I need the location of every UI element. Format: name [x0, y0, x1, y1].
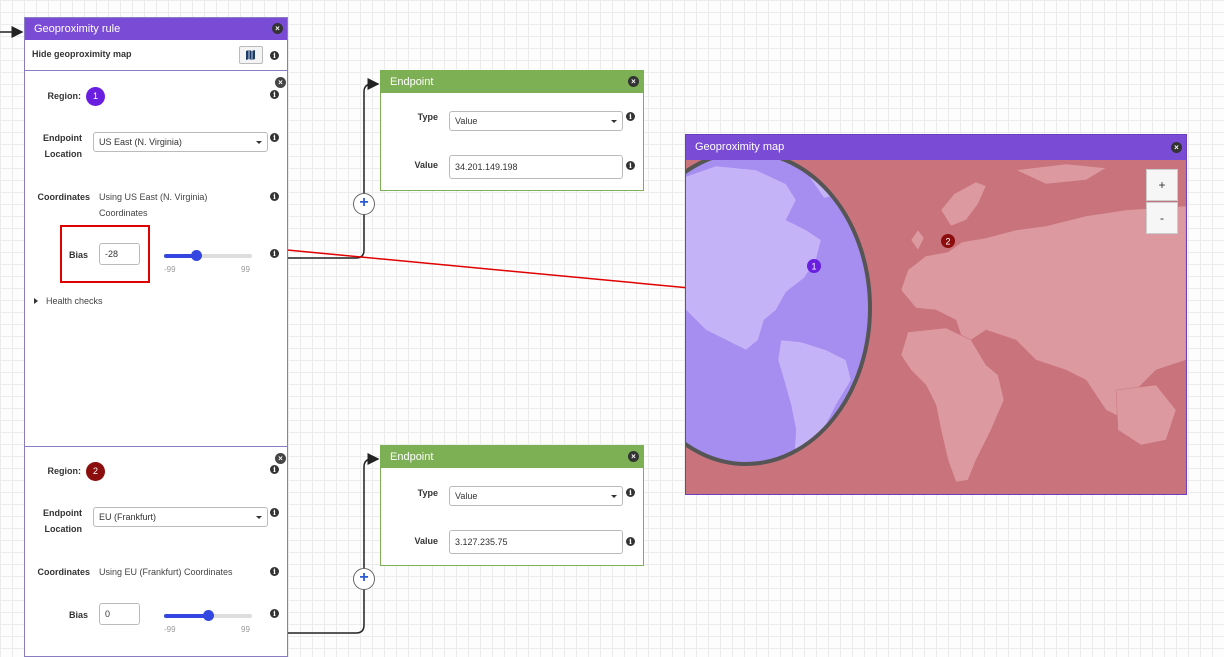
health-checks-toggle[interactable]: Health checks [46, 293, 103, 309]
info-icon[interactable]: i [270, 90, 279, 99]
close-icon[interactable]: × [628, 451, 639, 462]
bias-slider-thumb[interactable] [190, 250, 202, 261]
endpoint-location-label: Endpoint Location [43, 508, 82, 534]
coordinates-value: Using US East (N. Virginia) Coordinates [99, 192, 208, 218]
map-toggle-button[interactable] [239, 46, 263, 64]
rule-header: Geoproximity rule × [25, 18, 287, 40]
value-input[interactable]: 34.201.149.198 [449, 155, 623, 179]
info-icon[interactable]: i [270, 133, 279, 142]
region-label: Region: [47, 466, 82, 476]
geoproximity-rule-panel: Geoproximity rule × Hide geoproximity ma… [24, 17, 288, 657]
geoproximity-map-panel: Geoproximity map × 1 2 + - [685, 134, 1187, 495]
region-badge: 1 [86, 87, 105, 106]
coordinates-label: Coordinates [37, 192, 90, 202]
bias-input[interactable]: 0 [99, 603, 140, 625]
map-header: Geoproximity map × [686, 135, 1186, 160]
value-label: Value [414, 536, 438, 546]
close-icon[interactable]: × [628, 76, 639, 87]
info-icon[interactable]: i [626, 537, 635, 546]
value-input[interactable]: 3.127.235.75 [449, 530, 623, 554]
bias-label: Bias [68, 610, 88, 620]
bias-max: 99 [241, 265, 250, 274]
connector-region-1 [287, 78, 380, 259]
endpoint-panel: Endpoint × Type Value i Value 3.127.235.… [380, 445, 644, 566]
endpoint-location-select[interactable]: US East (N. Virginia) [93, 132, 268, 152]
zoom-out-button[interactable]: - [1146, 202, 1178, 234]
bias-min: -99 [164, 625, 176, 634]
map-title: Geoproximity map [695, 141, 785, 153]
region-label: Region: [47, 91, 82, 101]
endpoint-location-select[interactable]: EU (Frankfurt) [93, 507, 268, 527]
close-icon[interactable]: × [272, 23, 283, 34]
region-1-marker-label: 1 [811, 262, 816, 272]
endpoint-header: Endpoint × [381, 446, 643, 468]
bias-slider-thumb[interactable] [203, 610, 214, 621]
coordinates-label: Coordinates [37, 567, 90, 577]
type-label: Type [417, 488, 438, 498]
hide-map-row: Hide geoproximity map i [25, 40, 287, 71]
endpoint-title: Endpoint [390, 451, 434, 463]
info-icon[interactable]: i [626, 488, 635, 497]
endpoint-location-label: Endpoint Location [43, 133, 82, 159]
bias-max: 99 [241, 625, 250, 634]
info-icon[interactable]: i [270, 249, 279, 258]
add-endpoint-button[interactable]: + [353, 568, 375, 590]
world-map[interactable]: 1 2 [686, 160, 1186, 494]
bias-slider-fill [164, 614, 208, 618]
chevron-down-icon [611, 495, 617, 498]
endpoint-title: Endpoint [390, 76, 434, 88]
close-icon[interactable]: × [1171, 142, 1182, 153]
info-icon[interactable]: i [270, 508, 279, 517]
chevron-down-icon [256, 141, 262, 144]
info-icon[interactable]: i [270, 567, 279, 576]
coordinates-value: Using EU (Frankfurt) Coordinates [99, 567, 233, 577]
chevron-down-icon [611, 120, 617, 123]
endpoint-header: Endpoint × [381, 71, 643, 93]
type-select[interactable]: Value [449, 111, 623, 131]
info-icon[interactable]: i [626, 161, 635, 170]
bias-slider[interactable] [164, 610, 252, 621]
region-2-marker-label: 2 [945, 237, 950, 247]
region-1-section: × Region: 1 i Endpoint Location US East (… [25, 71, 287, 447]
type-select[interactable]: Value [449, 486, 623, 506]
info-icon[interactable]: i [270, 192, 279, 201]
add-endpoint-button[interactable]: + [353, 193, 375, 215]
bias-label: Bias [68, 250, 88, 260]
chevron-down-icon [256, 516, 262, 519]
info-icon[interactable]: i [626, 112, 635, 121]
region-badge: 2 [86, 462, 105, 481]
rule-title: Geoproximity rule [34, 23, 121, 35]
type-label: Type [417, 112, 438, 122]
region-2-section: × Region: 2 i Endpoint Location EU (Frank… [25, 447, 287, 657]
zoom-in-button[interactable]: + [1146, 169, 1178, 201]
endpoint-panel: Endpoint × Type Value i Value 34.201.149… [380, 70, 644, 191]
info-icon[interactable]: i [270, 51, 279, 60]
hide-map-label: Hide geoproximity map [32, 49, 132, 59]
remove-region-icon[interactable]: × [275, 77, 286, 88]
info-icon[interactable]: i [270, 609, 279, 618]
map-icon [246, 50, 255, 60]
remove-region-icon[interactable]: × [275, 453, 286, 464]
value-label: Value [414, 160, 438, 170]
bias-slider[interactable] [164, 250, 252, 261]
bias-input[interactable]: -28 [99, 243, 140, 265]
caret-right-icon[interactable] [34, 298, 38, 304]
bias-min: -99 [164, 265, 176, 274]
info-icon[interactable]: i [270, 465, 279, 474]
connector-region-2 [287, 453, 380, 634]
